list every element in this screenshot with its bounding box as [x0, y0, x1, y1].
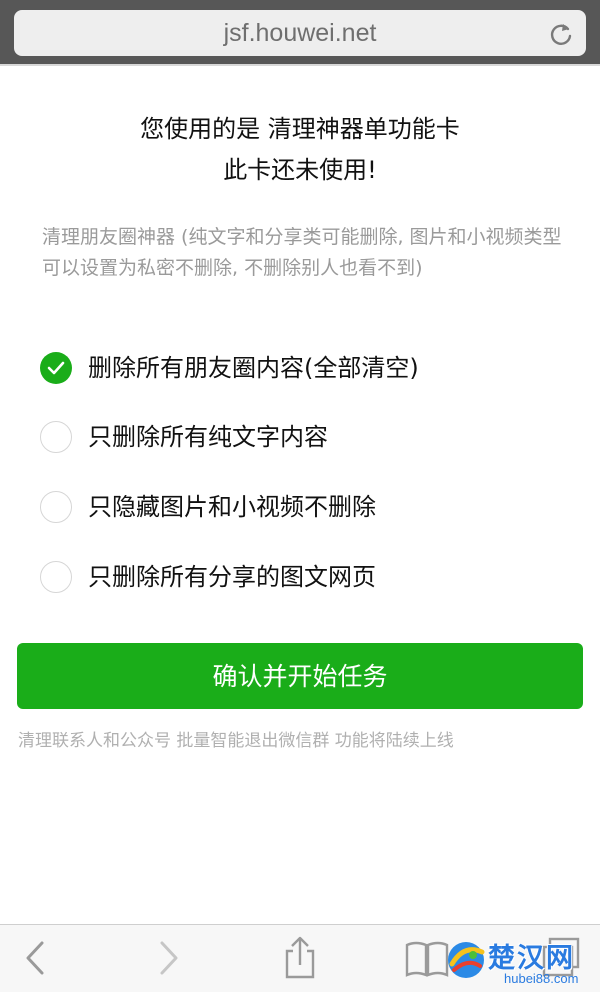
option-delete-all[interactable]: 删除所有朋友圈内容(全部清空) [40, 352, 560, 388]
url-text[interactable]: jsf.houwei.net [14, 10, 586, 56]
card-status: 此卡还未使用! [223, 156, 377, 184]
description-text: 清理朋友圈神器 (纯文字和分享类可能删除, 图片和小视频类型可以设置为私密不删除… [42, 226, 562, 279]
top-divider [0, 64, 600, 66]
checkmark-icon [47, 361, 65, 375]
option-label[interactable]: 只删除所有分享的图文网页 [88, 560, 376, 594]
forward-icon[interactable] [146, 935, 192, 981]
globe-logo-icon [448, 942, 485, 978]
option-label[interactable]: 只删除所有纯文字内容 [88, 420, 328, 454]
option-label[interactable]: 只隐藏图片和小视频不删除 [88, 490, 376, 524]
reload-icon[interactable] [548, 21, 574, 47]
watermark-logo: 楚汉网 hubei88.com [444, 936, 600, 991]
option-delete-shared[interactable]: 只删除所有分享的图文网页 [40, 561, 560, 597]
radio-unchecked[interactable] [40, 561, 72, 593]
option-label[interactable]: 删除所有朋友圈内容(全部清空) [88, 351, 419, 385]
page-title: 您使用的是 清理神器单功能卡 [140, 115, 460, 143]
footnote-text: 清理联系人和公众号 批量智能退出微信群 功能将陆续上线 [18, 731, 454, 751]
watermark-text: 楚汉网 [488, 943, 575, 974]
radio-unchecked[interactable] [40, 491, 72, 523]
radio-checked[interactable] [40, 352, 72, 384]
browser-top-bar: jsf.houwei.net [0, 0, 600, 64]
radio-unchecked[interactable] [40, 421, 72, 453]
option-hide-media[interactable]: 只隐藏图片和小视频不删除 [40, 491, 560, 527]
address-bar[interactable]: jsf.houwei.net [14, 10, 586, 56]
share-icon[interactable] [277, 935, 323, 981]
confirm-start-button[interactable]: 确认并开始任务 [17, 643, 583, 709]
option-delete-text-only[interactable]: 只删除所有纯文字内容 [40, 421, 560, 457]
watermark-domain: hubei88.com [504, 971, 579, 986]
back-icon[interactable] [12, 935, 58, 981]
